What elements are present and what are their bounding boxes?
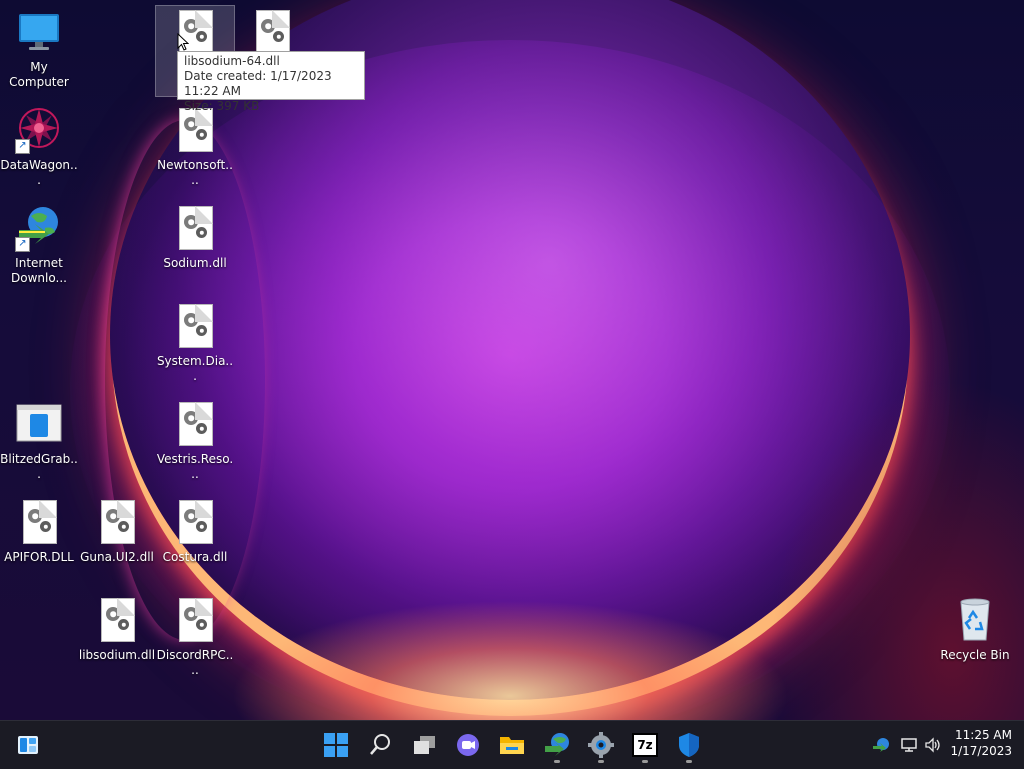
desktop-icon-system-dia[interactable]: System.Dia... <box>156 300 234 390</box>
running-indicator <box>554 760 560 763</box>
widgets-button[interactable] <box>11 728 45 762</box>
clock-time: 11:25 AM <box>955 728 1012 742</box>
settings-button[interactable] <box>584 728 618 763</box>
7zip-icon-label: 7z <box>637 738 653 752</box>
dll-file-icon <box>171 204 219 252</box>
desktop-icon-libsodium-dll[interactable]: libsodium.dll <box>78 594 156 684</box>
desktop-icon-newtonsoft[interactable]: Newtonsoft.... <box>156 104 234 194</box>
icon-label: System.Dia... <box>156 354 234 383</box>
desktop-icon-vestris-reso[interactable]: Vestris.Reso... <box>156 398 234 488</box>
desktop-icon-costura-dll[interactable]: Costura.dll <box>156 496 234 586</box>
running-indicator <box>642 760 648 763</box>
tooltip-size: Size: 397 KB <box>184 99 260 113</box>
recycle-bin-icon <box>951 596 999 644</box>
7zip-button[interactable]: 7z <box>628 728 662 763</box>
file-explorer-icon <box>500 737 524 754</box>
tooltip-file-name: libsodium-64.dll <box>184 54 280 68</box>
taskbar-clock[interactable]: 11:25 AM 1/17/2023 <box>942 727 1012 759</box>
icon-label: Guna.UI2.dll <box>80 550 154 564</box>
volume-icon <box>925 737 940 753</box>
dll-file-icon <box>171 498 219 546</box>
windows-security-icon <box>679 733 699 757</box>
dll-file-icon <box>171 596 219 644</box>
application-window-icon <box>15 400 63 448</box>
icon-label: DataWagon... <box>0 158 78 187</box>
desktop-icon-recycle-bin[interactable]: Recycle Bin <box>936 594 1014 684</box>
desktop-icon-blitzedgrabber[interactable]: BlitzedGrab... <box>0 398 78 488</box>
desktop-icon-internet-download-manager[interactable]: ↗ Internet Downlo... <box>0 202 78 292</box>
datawagon-icon: ↗ <box>15 106 63 154</box>
dll-file-icon <box>171 400 219 448</box>
network-icon <box>901 738 917 752</box>
icon-label: My Computer <box>9 60 69 89</box>
monitor-icon <box>15 8 63 56</box>
desktop-icon-sodium-dll[interactable]: Sodium.dll <box>156 202 234 292</box>
7zip-icon: 7z <box>632 733 658 757</box>
icon-label: Newtonsoft.... <box>157 158 233 187</box>
dll-file-icon <box>93 596 141 644</box>
chat-icon <box>457 734 479 756</box>
wallpaper-bottom-light <box>230 600 790 720</box>
shortcut-arrow-icon: ↗ <box>15 139 30 154</box>
file-tooltip: libsodium-64.dll Date created: 1/17/2023… <box>177 51 365 113</box>
icon-label: Recycle Bin <box>940 648 1010 662</box>
start-button[interactable] <box>319 728 353 762</box>
dll-file-icon <box>171 302 219 350</box>
settings-icon <box>588 732 614 758</box>
tray-network[interactable] <box>899 735 919 755</box>
taskbar: 7z 11:25 AM 1/17/2023 <box>0 720 1024 769</box>
tooltip-date-created: Date created: 1/17/2023 11:22 AM <box>184 69 332 98</box>
search-button[interactable] <box>363 728 397 762</box>
icon-label: Vestris.Reso... <box>156 452 234 481</box>
desktop-icon-apifor-dll[interactable]: APIFOR.DLL <box>0 496 78 586</box>
idm-tray-icon <box>873 738 889 752</box>
windows-security-button[interactable] <box>672 728 706 763</box>
tray-volume[interactable] <box>923 735 943 755</box>
desktop-icon-datawagon[interactable]: ↗ DataWagon... <box>0 104 78 194</box>
desktop-icon-guna-ui2-dll[interactable]: Guna.UI2.dll <box>78 496 156 586</box>
dll-file-icon <box>15 498 63 546</box>
internet-download-manager-icon <box>545 733 569 756</box>
desktop-icon-discordrpc[interactable]: DiscordRPC.... <box>156 594 234 684</box>
start-icon <box>324 733 348 757</box>
desktop-icon-my-computer[interactable]: My Computer <box>0 6 78 96</box>
icon-label: Internet Downlo... <box>11 256 67 285</box>
internet-download-manager-button[interactable] <box>540 728 574 763</box>
task-view-button[interactable] <box>408 728 442 762</box>
mouse-cursor-icon <box>177 33 189 51</box>
running-indicator <box>686 760 692 763</box>
task-view-icon <box>414 736 435 754</box>
file-explorer-button[interactable] <box>495 728 529 762</box>
icon-label: Costura.dll <box>162 550 228 564</box>
icon-label: libsodium.dll <box>78 648 156 662</box>
shortcut-arrow-icon: ↗ <box>15 237 30 252</box>
icon-label: DiscordRPC.... <box>156 648 234 677</box>
running-indicator <box>598 760 604 763</box>
clock-date: 1/17/2023 <box>950 744 1012 758</box>
chat-button[interactable] <box>451 728 485 762</box>
dll-file-icon <box>93 498 141 546</box>
search-icon <box>370 734 390 755</box>
icon-label: APIFOR.DLL <box>4 550 74 564</box>
dll-file-icon <box>248 8 296 56</box>
icon-label: Sodium.dll <box>163 256 227 270</box>
desktop: My Computer ↗ DataWagon... ↗ Internet Do… <box>0 0 1024 720</box>
icon-label: BlitzedGrab... <box>0 452 78 481</box>
idm-globe-icon: ↗ <box>15 204 63 252</box>
widgets-icon <box>18 736 38 754</box>
tray-idm[interactable] <box>871 735 891 755</box>
